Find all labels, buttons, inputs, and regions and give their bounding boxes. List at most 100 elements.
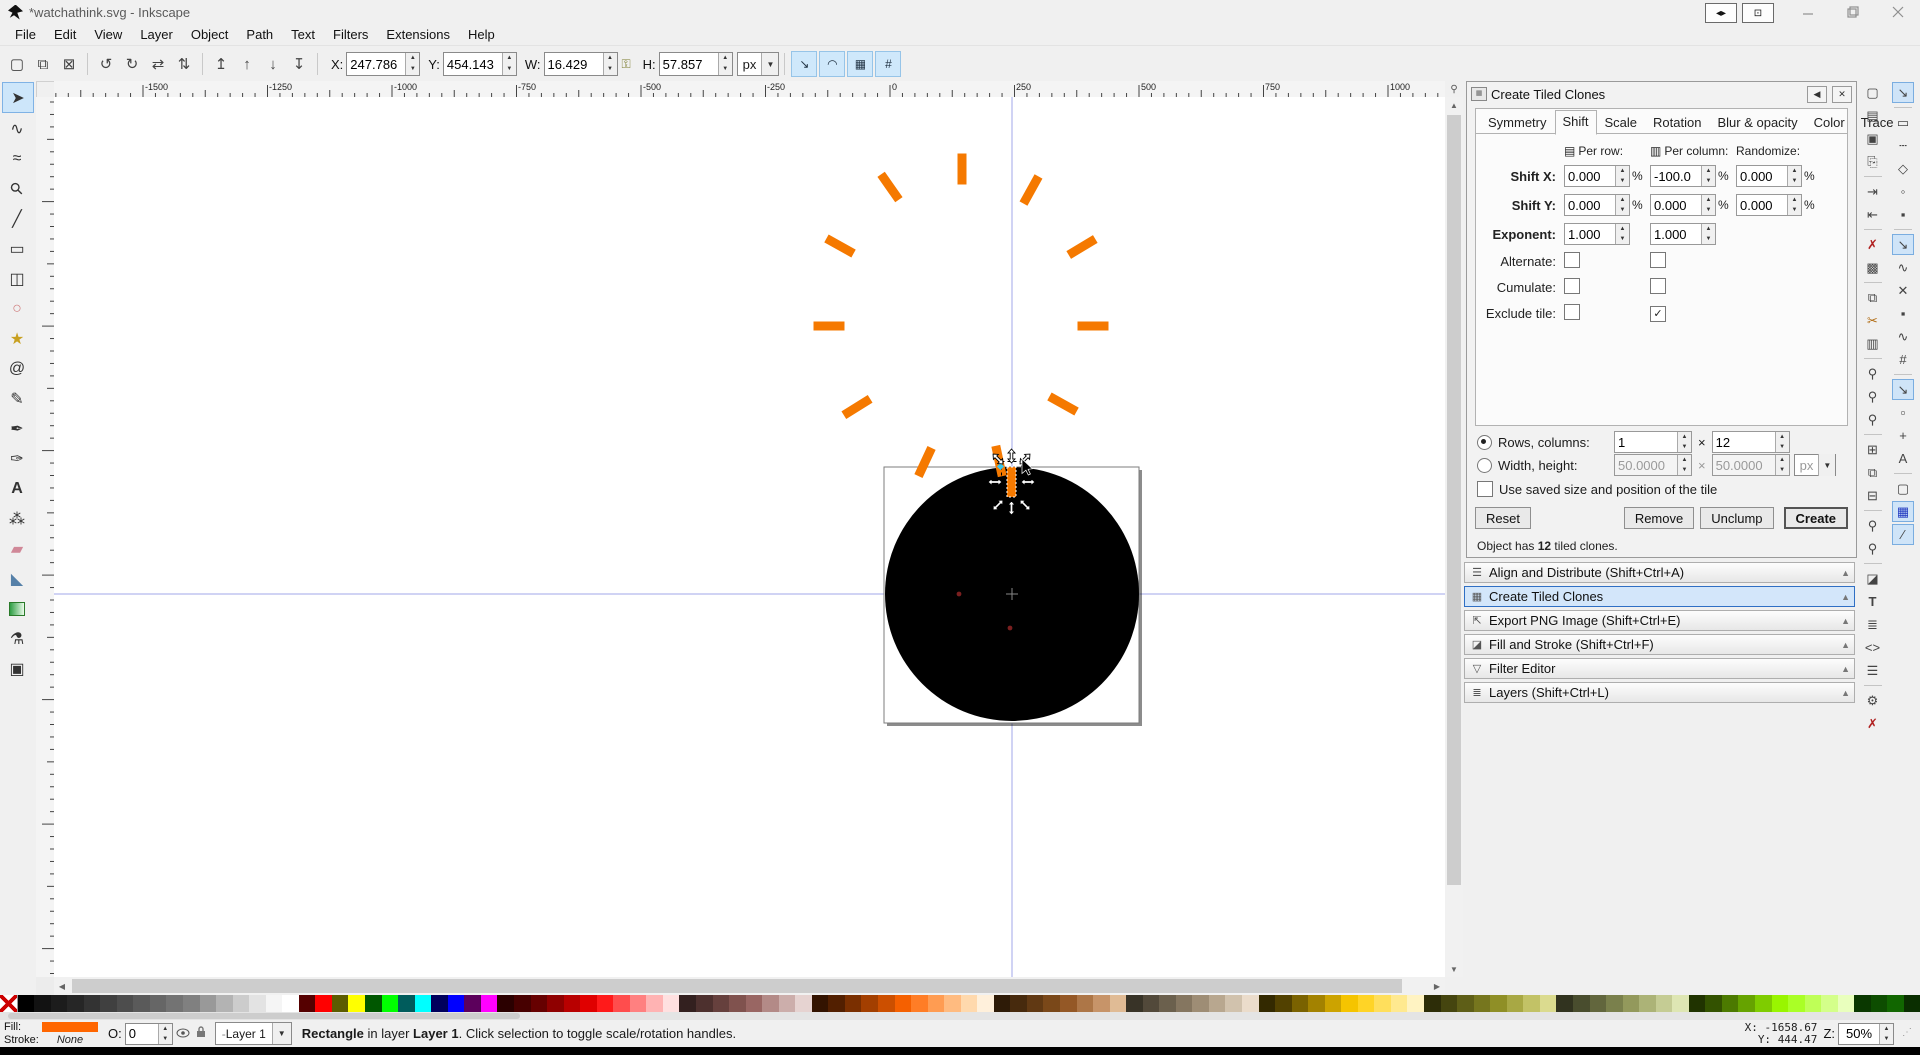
- vertical-ruler[interactable]: [36, 97, 54, 977]
- color-swatch[interactable]: [1606, 995, 1623, 1012]
- vscroll-thumb[interactable]: [1447, 115, 1461, 885]
- color-swatch[interactable]: [232, 995, 250, 1012]
- color-swatch[interactable]: [1010, 995, 1027, 1012]
- text-dialog-icon[interactable]: T: [1862, 591, 1884, 612]
- color-swatch[interactable]: [513, 995, 531, 1012]
- color-swatch[interactable]: [596, 995, 614, 1012]
- scale-stroke-toggle[interactable]: ↘: [791, 51, 818, 77]
- tool-text[interactable]: A: [2, 474, 32, 503]
- color-swatch[interactable]: [1440, 995, 1458, 1012]
- ruler-zoom-icon[interactable]: ⚲: [1445, 81, 1463, 97]
- color-swatch[interactable]: [745, 995, 763, 1012]
- rotate-cw-icon[interactable]: ↻: [119, 51, 145, 77]
- raise-to-top-icon[interactable]: ↥: [208, 51, 234, 77]
- color-swatch[interactable]: [497, 995, 514, 1012]
- color-swatch[interactable]: [1076, 995, 1094, 1012]
- menu-text[interactable]: Text: [282, 25, 324, 44]
- height-input[interactable]: ▲▼: [1711, 454, 1790, 476]
- snap-bbox-midpoints-icon[interactable]: ◦: [1892, 181, 1914, 202]
- unlink-clone-icon[interactable]: ⊟: [1862, 485, 1884, 506]
- color-swatch[interactable]: [1424, 995, 1441, 1012]
- checkbox[interactable]: [1564, 252, 1580, 268]
- color-swatch[interactable]: [530, 995, 548, 1012]
- layer-lock-icon[interactable]: [196, 1026, 206, 1041]
- collapse-arrow-icon[interactable]: ▲: [1841, 568, 1850, 578]
- color-swatch[interactable]: [1738, 995, 1755, 1012]
- color-swatch[interactable]: [1175, 995, 1193, 1012]
- xml-editor-icon[interactable]: <>: [1862, 637, 1884, 658]
- tool-box-3d[interactable]: ◫: [2, 264, 32, 293]
- tool-rectangle[interactable]: ▭: [2, 234, 32, 263]
- x-field[interactable]: ▲▼: [346, 52, 421, 76]
- scroll-right-icon[interactable]: ▶: [1429, 977, 1445, 995]
- deselect-icon[interactable]: ⊠: [56, 51, 82, 77]
- color-swatch[interactable]: [1705, 995, 1722, 1012]
- menu-path[interactable]: Path: [237, 25, 282, 44]
- lower-to-bottom-icon[interactable]: ↧: [286, 51, 312, 77]
- color-swatch[interactable]: [960, 995, 978, 1012]
- layers-dialog-icon[interactable]: ≣: [1862, 614, 1884, 635]
- snap-others-icon[interactable]: ↘: [1892, 379, 1914, 400]
- clone-tick[interactable]: [1077, 321, 1109, 331]
- use-saved-checkbox[interactable]: [1477, 481, 1493, 497]
- swatch-none[interactable]: [0, 995, 18, 1012]
- lower-icon[interactable]: ↓: [260, 51, 286, 77]
- menu-view[interactable]: View: [85, 25, 131, 44]
- select-all-icon[interactable]: ▢: [4, 51, 30, 77]
- columns-input[interactable]: ▲▼: [1711, 431, 1790, 453]
- select-all-layers-icon[interactable]: ⧉: [30, 51, 56, 77]
- color-swatch[interactable]: [1556, 995, 1573, 1012]
- import-icon[interactable]: ⇥: [1862, 181, 1884, 202]
- color-swatch[interactable]: [1490, 995, 1507, 1012]
- align-dialog-icon[interactable]: ☰: [1862, 660, 1884, 681]
- color-swatch[interactable]: [83, 995, 101, 1012]
- h-field[interactable]: ▲▼: [658, 52, 733, 76]
- shift-y-v3[interactable]: ▲▼%: [1736, 194, 1822, 216]
- checkbox[interactable]: [1650, 252, 1666, 268]
- collapse-arrow-icon[interactable]: ▲: [1841, 688, 1850, 698]
- collapse-arrow-icon[interactable]: ▲: [1841, 616, 1850, 626]
- tool-selector[interactable]: ➤: [2, 82, 34, 113]
- snap-text-baseline-icon[interactable]: A: [1892, 448, 1914, 469]
- color-swatch[interactable]: [183, 995, 200, 1012]
- color-swatch[interactable]: [1506, 995, 1524, 1012]
- color-swatch[interactable]: [216, 995, 233, 1012]
- find-icon[interactable]: ⚲: [1862, 515, 1884, 536]
- fill-stroke-icon[interactable]: ◪: [1862, 568, 1884, 589]
- dockbar-layers[interactable]: ≣ Layers (Shift+Ctrl+L) ▲: [1464, 682, 1855, 703]
- document-open-icon[interactable]: ▤: [1862, 105, 1884, 126]
- color-swatch[interactable]: [1821, 995, 1838, 1012]
- color-swatch[interactable]: [298, 995, 316, 1012]
- color-swatch[interactable]: [811, 995, 829, 1012]
- tool-pencil[interactable]: ✎: [2, 384, 32, 413]
- menu-object[interactable]: Object: [182, 25, 238, 44]
- dialog-collapse-icon[interactable]: ◀: [1807, 85, 1827, 103]
- preferences-icon[interactable]: ⚙: [1862, 690, 1884, 711]
- scroll-up-icon[interactable]: ▲: [1445, 97, 1463, 113]
- color-swatch[interactable]: [17, 995, 35, 1012]
- dockbar-export-png-image[interactable]: ⇱ Export PNG Image (Shift+Ctrl+E) ▲: [1464, 610, 1855, 631]
- color-swatch[interactable]: [662, 995, 680, 1012]
- color-swatch[interactable]: [1572, 995, 1590, 1012]
- create-button[interactable]: Create: [1783, 507, 1848, 529]
- menu-extensions[interactable]: Extensions: [377, 25, 459, 44]
- shift-x-v3[interactable]: ▲▼%: [1736, 165, 1822, 187]
- document-save-icon[interactable]: ▣: [1862, 128, 1884, 149]
- color-swatch[interactable]: [464, 995, 481, 1012]
- paste-icon[interactable]: ▥: [1862, 333, 1884, 354]
- color-swatch[interactable]: [944, 995, 961, 1012]
- color-swatch[interactable]: [166, 995, 184, 1012]
- fill-color-swatch[interactable]: [42, 1022, 98, 1032]
- tile-unit-select[interactable]: px ▼: [1793, 454, 1837, 476]
- color-swatch[interactable]: [844, 995, 862, 1012]
- tool-bezier-pen[interactable]: ✒: [2, 414, 32, 443]
- color-swatch[interactable]: [100, 995, 117, 1012]
- unit-select[interactable]: px ▼: [736, 52, 780, 76]
- rows-input[interactable]: ▲▼: [1614, 431, 1692, 453]
- color-swatch[interactable]: [894, 995, 912, 1012]
- tool-zoom[interactable]: ⚲: [2, 174, 32, 203]
- color-swatch[interactable]: [1275, 995, 1292, 1012]
- color-swatch[interactable]: [1837, 995, 1855, 1012]
- menu-layer[interactable]: Layer: [131, 25, 182, 44]
- tool-measure[interactable]: ╱: [2, 204, 32, 233]
